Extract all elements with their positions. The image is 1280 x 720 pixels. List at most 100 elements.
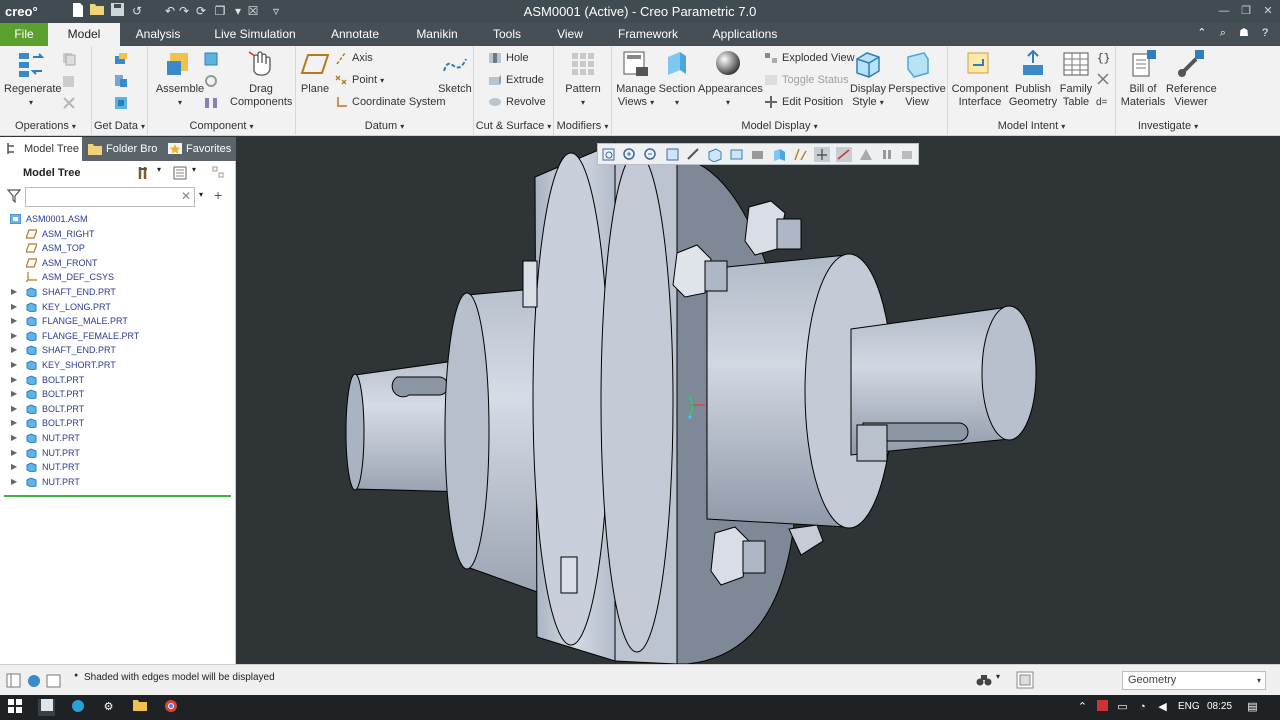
tree-item[interactable]: ▶ KEY_LONG.PRT — [0, 300, 236, 315]
expand-arrow-icon[interactable]: ▶ — [11, 358, 17, 373]
network-icon[interactable]: ◔ — [1134, 699, 1151, 716]
tab-view[interactable]: View — [548, 23, 592, 46]
clock[interactable]: 08:25 — [1207, 701, 1232, 712]
group-component-label[interactable]: Component ▾ — [148, 120, 295, 132]
show-columns-icon[interactable] — [173, 165, 189, 181]
tree-item[interactable]: ▶ SHAFT_END.PRT — [0, 343, 236, 358]
view-manager-icon[interactable] — [729, 147, 745, 162]
group-model-display-label[interactable]: Model Display ▾ — [612, 120, 947, 132]
tree-item[interactable]: ▶ NUT.PRT — [0, 475, 236, 490]
annotation-display-icon[interactable] — [836, 147, 852, 162]
graphics-window[interactable] — [237, 137, 1280, 664]
toggle-navigator-icon[interactable] — [6, 673, 22, 689]
tree-settings-dropdown-icon[interactable]: ▾ — [157, 165, 173, 181]
group-investigate-label[interactable]: Investigate ▾ — [1116, 120, 1220, 132]
relations-icon[interactable]: {} — [1096, 50, 1112, 66]
group-operations-label[interactable]: Operations ▾ — [0, 120, 91, 132]
section-toolbar-icon[interactable] — [772, 147, 788, 162]
tree-item[interactable]: ▶ BOLT.PRT — [0, 402, 236, 417]
group-cut-surface-label[interactable]: Cut & Surface ▾ — [474, 120, 553, 132]
tree-item[interactable]: ASM_RIGHT — [0, 227, 236, 242]
reference-viewer-button[interactable]: Reference Viewer — [1166, 49, 1217, 109]
selection-list-icon[interactable] — [1016, 671, 1034, 689]
copy-geometry-icon[interactable] — [114, 74, 130, 90]
tree-item[interactable]: ▶ FLANGE_MALE.PRT — [0, 314, 236, 329]
expand-arrow-icon[interactable]: ▶ — [11, 460, 17, 475]
battery-icon[interactable]: ▭ — [1114, 699, 1131, 716]
find-dropdown-icon[interactable]: ▾ — [996, 672, 1012, 688]
add-filter-icon[interactable]: + — [214, 187, 230, 203]
zoom-in-icon[interactable] — [622, 147, 638, 162]
close-icon[interactable]: ✕ — [1258, 3, 1278, 19]
point-button[interactable]: Point ▾ — [334, 71, 384, 89]
switch-dimensions-icon[interactable] — [1096, 72, 1112, 88]
group-model-intent-label[interactable]: Model Intent ▾ — [948, 120, 1115, 132]
tab-tools[interactable]: Tools — [484, 23, 530, 46]
search-icon[interactable]: ⌕ — [1214, 27, 1232, 40]
tree-item[interactable]: ▶ NUT.PRT — [0, 446, 236, 461]
component-interface-button[interactable]: Component Interface — [950, 49, 1010, 109]
extrude-button[interactable]: Extrude — [488, 71, 544, 89]
parameters-icon[interactable]: d= — [1096, 94, 1112, 110]
collapse-ribbon-icon[interactable]: ⌃ — [1193, 26, 1211, 39]
expand-arrow-icon[interactable]: ▶ — [11, 343, 17, 358]
refit-icon[interactable] — [601, 147, 617, 162]
tab-annotate[interactable]: Annotate — [322, 23, 388, 46]
restore-icon[interactable]: ❐ — [1236, 3, 1256, 19]
tab-folder-browser[interactable]: Folder Bro — [82, 137, 162, 161]
bill-of-materials-button[interactable]: Bill of Materials — [1118, 49, 1168, 109]
paste-icon[interactable] — [62, 74, 78, 90]
perspective-view-button[interactable]: Perspective View — [888, 49, 946, 109]
settings-icon[interactable]: ☗ — [1235, 26, 1253, 39]
tab-file[interactable]: File — [0, 23, 48, 46]
tree-settings-icon[interactable] — [137, 165, 153, 181]
help-icon[interactable]: ? — [1256, 27, 1274, 39]
toggle-status-button[interactable]: Toggle Status — [764, 71, 849, 89]
expand-arrow-icon[interactable]: ▶ — [11, 402, 17, 417]
simulation-display-icon[interactable] — [858, 147, 874, 162]
expand-arrow-icon[interactable]: ▶ — [11, 446, 17, 461]
tree-search-input[interactable]: ✕ — [25, 187, 195, 207]
tab-manikin[interactable]: Manikin — [406, 23, 468, 46]
chrome-icon[interactable] — [162, 699, 179, 716]
tree-item[interactable]: ASM0001.ASM — [0, 212, 236, 227]
exploded-view-button[interactable]: Exploded View — [764, 49, 855, 67]
tree-item[interactable]: ASM_TOP — [0, 241, 236, 256]
tree-item[interactable]: ASM_DEF_CSYS — [0, 270, 236, 285]
expand-arrow-icon[interactable]: ▶ — [11, 373, 17, 388]
tab-favorites[interactable]: Favorites — [162, 137, 236, 161]
expand-arrow-icon[interactable]: ▶ — [11, 285, 17, 300]
copy-icon[interactable] — [62, 52, 78, 68]
tree-item[interactable]: ▶ NUT.PRT — [0, 460, 236, 475]
edit-position-button[interactable]: Edit Position — [764, 93, 843, 111]
pause-icon[interactable] — [879, 147, 895, 162]
axis-button[interactable]: Axis — [334, 49, 373, 67]
user-defined-feature-icon[interactable] — [114, 52, 130, 68]
repeat-icon[interactable] — [204, 74, 220, 90]
revolve-button[interactable]: Revolve — [488, 93, 546, 111]
tree-item[interactable]: ▶ BOLT.PRT — [0, 373, 236, 388]
tab-framework[interactable]: Framework — [610, 23, 686, 46]
coupling-assembly-model[interactable] — [237, 137, 1280, 664]
reorient-icon[interactable] — [686, 147, 702, 162]
delete-icon[interactable] — [62, 96, 78, 112]
tab-live-simulation[interactable]: Live Simulation — [206, 23, 304, 46]
task-view-icon[interactable] — [38, 699, 55, 716]
tree-item[interactable]: ▶ NUT.PRT — [0, 431, 236, 446]
manage-views-button[interactable]: Manage Views ▾ — [616, 49, 656, 109]
show-dropdown-icon[interactable]: ▾ — [192, 165, 208, 181]
create-component-icon[interactable] — [204, 52, 220, 68]
tray-chevron-icon[interactable]: ⌃ — [1074, 699, 1091, 716]
hole-button[interactable]: Hole — [488, 49, 529, 67]
expand-arrow-icon[interactable]: ▶ — [11, 431, 17, 446]
publish-geometry-button[interactable]: Publish Geometry — [1008, 49, 1058, 109]
volume-icon[interactable]: ◀ — [1154, 699, 1171, 716]
zoom-out-icon[interactable] — [643, 147, 659, 162]
expand-arrow-icon[interactable]: ▶ — [11, 329, 17, 344]
coordinate-system-button[interactable]: Coordinate System — [334, 93, 446, 111]
selection-filter-select[interactable]: Geometry ▾ — [1122, 671, 1266, 690]
filter-funnel-icon[interactable] — [6, 189, 23, 205]
expand-arrow-icon[interactable]: ▶ — [11, 314, 17, 329]
clear-search-icon[interactable]: ✕ — [181, 189, 191, 203]
display-style-toolbar-icon[interactable] — [750, 147, 766, 162]
